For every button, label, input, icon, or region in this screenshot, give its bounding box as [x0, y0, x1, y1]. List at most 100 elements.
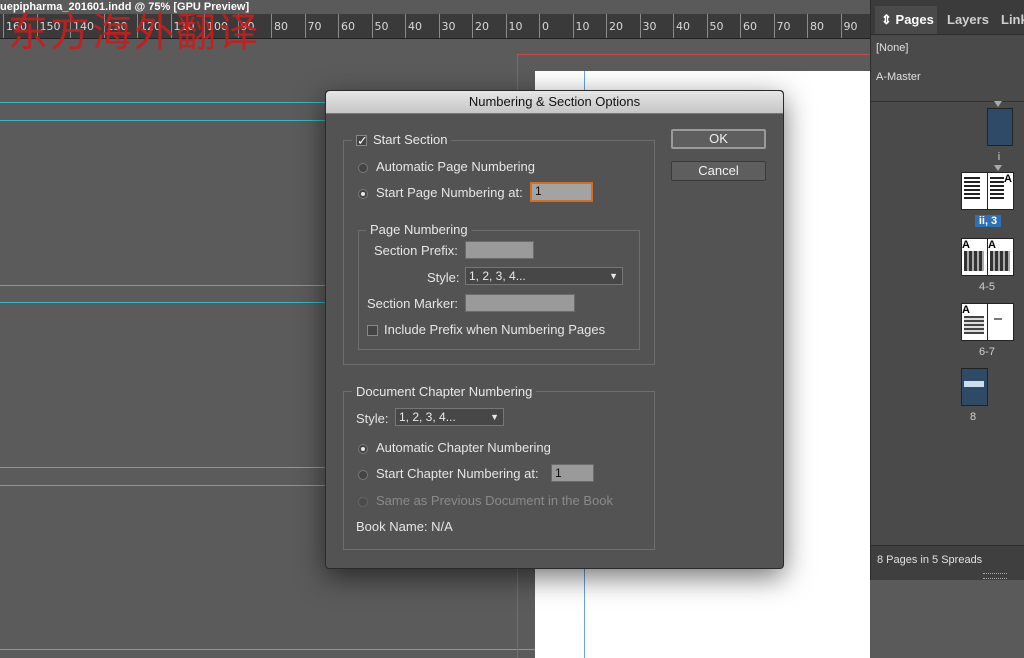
- ruler-tick-label: 0: [542, 20, 549, 33]
- ruler-tick: [304, 14, 306, 38]
- panel-tab-bar: ⇕ Pages Layers Link: [871, 0, 1024, 35]
- start-page-number-input[interactable]: 1: [530, 182, 593, 202]
- auto-chapter-label: Automatic Chapter Numbering: [376, 440, 551, 455]
- ruler-tick: [740, 14, 741, 38]
- image-preview: [964, 381, 984, 387]
- ruler-tick-label: 60: [743, 20, 757, 33]
- tab-pages[interactable]: ⇕ Pages: [875, 6, 937, 34]
- radio-unchecked-icon: [358, 469, 368, 480]
- page-style-select[interactable]: 1, 2, 3, 4... ▼: [465, 267, 623, 285]
- chapter-style-value: 1, 2, 3, 4...: [399, 410, 456, 424]
- ruler-tick: [405, 14, 406, 38]
- pages-panel: ⇕ Pages Layers Link [None] A-Master i A …: [870, 0, 1024, 580]
- ruler-tick-label: 90: [843, 20, 858, 33]
- ruler-tick: [606, 14, 607, 38]
- section-marker-label: Section Marker:: [367, 296, 459, 311]
- page-thumbnail[interactable]: [961, 368, 988, 406]
- ruler-tick-label: 30: [642, 20, 657, 33]
- page-thumbnail[interactable]: A: [987, 172, 1014, 210]
- chapter-style-select[interactable]: 1, 2, 3, 4... ▼: [395, 408, 504, 426]
- ruler-tick: [271, 14, 272, 38]
- text-preview: [994, 318, 1002, 320]
- ruler-tick: [807, 14, 808, 38]
- ruler-tick-label: 10: [575, 20, 590, 33]
- tab-layers[interactable]: Layers: [947, 6, 989, 34]
- master-letter: A: [988, 239, 996, 251]
- ruler-tick: [338, 14, 339, 38]
- spread-label: 8: [969, 411, 977, 423]
- start-chapter-input[interactable]: 1: [551, 464, 594, 482]
- text-preview: [964, 177, 980, 201]
- spread-label: 4-5: [979, 281, 995, 293]
- text-preview: [964, 316, 984, 334]
- page-thumbnail[interactable]: A: [961, 303, 988, 341]
- start-section-checkbox[interactable]: ✓ Start Section: [352, 132, 452, 149]
- checkbox-checked-icon: ✓: [356, 133, 368, 149]
- start-page-numbering-radio[interactable]: Start Page Numbering at:: [358, 185, 523, 200]
- radio-checked-icon: [358, 443, 368, 454]
- book-name-text: Book Name: N/A: [356, 519, 453, 534]
- master-letter: A: [1004, 173, 1012, 185]
- master-a[interactable]: A-Master: [876, 71, 921, 83]
- ruler-tick: [706, 14, 708, 38]
- auto-chapter-radio[interactable]: Automatic Chapter Numbering: [358, 440, 551, 455]
- page-style-value: 1, 2, 3, 4...: [469, 269, 526, 283]
- page-thumbnail[interactable]: A: [987, 238, 1014, 276]
- spread-label: i: [997, 151, 1001, 163]
- ruler-tick: [472, 14, 473, 38]
- ruler-tick: [572, 14, 574, 38]
- master-letter: A: [962, 239, 970, 251]
- ok-button[interactable]: OK: [671, 129, 766, 149]
- ruler-tick-label: 50: [374, 20, 389, 33]
- chevron-down-icon: ▼: [490, 412, 499, 422]
- cancel-button[interactable]: Cancel: [671, 161, 766, 181]
- tab-links[interactable]: Link: [1001, 6, 1024, 34]
- page-numbering-legend: Page Numbering: [366, 222, 472, 237]
- section-prefix-label: Section Prefix:: [374, 243, 458, 258]
- spread-label: ii, 3: [975, 215, 1001, 227]
- checkbox-unchecked-icon: [367, 325, 378, 337]
- tab-pages-label: Pages: [895, 12, 934, 27]
- ruler-tick-label: 60: [341, 20, 355, 33]
- ruler-tick: [773, 14, 775, 38]
- numbering-section-dialog: Numbering & Section Options OK Cancel ✓ S…: [325, 90, 784, 569]
- ruler-tick-label: 70: [307, 20, 322, 33]
- page-thumbnail[interactable]: [987, 108, 1013, 146]
- master-none[interactable]: [None]: [876, 42, 908, 54]
- page-thumbnail[interactable]: [987, 303, 1014, 341]
- section-marker-input[interactable]: [465, 294, 575, 312]
- ruler-tick-label: 40: [408, 20, 422, 33]
- radio-unchecked-icon: [358, 162, 368, 173]
- auto-page-numbering-radio[interactable]: Automatic Page Numbering: [358, 159, 535, 174]
- ruler-tick: [840, 14, 842, 38]
- include-prefix-checkbox[interactable]: Include Prefix when Numbering Pages: [367, 322, 605, 337]
- ruler-tick-label: 50: [709, 20, 724, 33]
- chevron-down-icon: ▼: [609, 271, 618, 281]
- watermark-text: 东方海外翻译: [8, 10, 260, 56]
- ruler-tick-label: 80: [274, 20, 288, 33]
- masters-section: [None] A-Master: [871, 35, 1024, 102]
- ruler-tick-label: 20: [475, 20, 489, 33]
- resize-grip-icon[interactable]: [983, 573, 1007, 579]
- ruler-tick-label: 30: [441, 20, 456, 33]
- image-preview: [990, 251, 1010, 271]
- start-page-numbering-label: Start Page Numbering at:: [376, 185, 523, 200]
- page-thumbnail[interactable]: [961, 172, 988, 210]
- image-preview: [964, 251, 984, 271]
- ruler-tick-label: 40: [676, 20, 690, 33]
- ruler-tick-label: 10: [508, 20, 523, 33]
- page-thumbnail[interactable]: A: [961, 238, 988, 276]
- radio-checked-icon: [358, 188, 368, 199]
- same-as-previous-radio: Same as Previous Document in the Book: [358, 493, 613, 508]
- ruler-tick: [539, 14, 540, 38]
- ruler-tick-label: 70: [776, 20, 791, 33]
- section-prefix-input[interactable]: [465, 241, 534, 259]
- collapse-arrows-icon: ⇕: [881, 12, 892, 27]
- include-prefix-label: Include Prefix when Numbering Pages: [384, 322, 606, 337]
- start-chapter-radio[interactable]: Start Chapter Numbering at:: [358, 466, 539, 481]
- pages-count-status: 8 Pages in 5 Spreads: [877, 554, 983, 566]
- page-style-label: Style:: [427, 270, 460, 285]
- auto-page-numbering-label: Automatic Page Numbering: [376, 159, 535, 174]
- dialog-title[interactable]: Numbering & Section Options: [326, 91, 783, 114]
- chapter-numbering-legend: Document Chapter Numbering: [352, 384, 537, 399]
